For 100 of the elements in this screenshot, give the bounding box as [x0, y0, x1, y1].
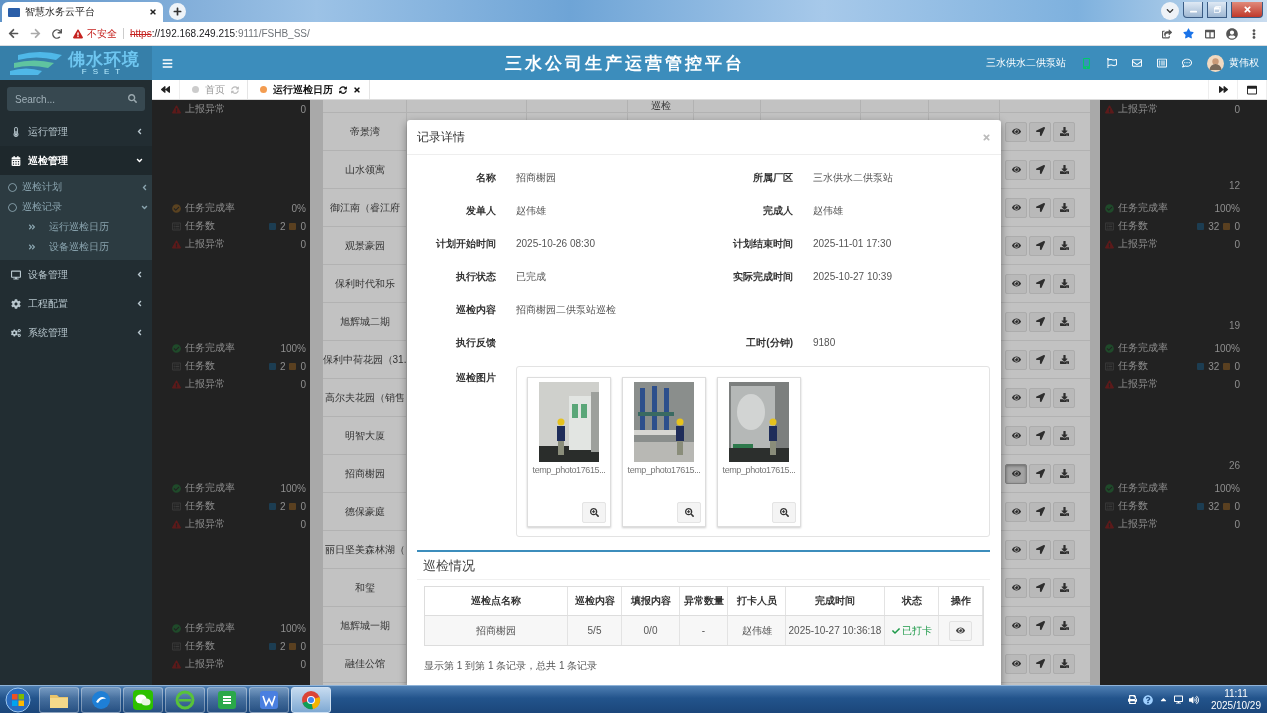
minimize-button[interactable]: [1183, 2, 1203, 18]
help-icon[interactable]: [1142, 694, 1153, 705]
url-text[interactable]: https://192.168.249.215:9111/FSHB_SS/: [123, 28, 310, 39]
clock[interactable]: 11:11 2025/10/29: [1204, 688, 1261, 711]
view-button[interactable]: [1005, 501, 1027, 522]
download-button[interactable]: [1053, 501, 1075, 522]
sidebar-item[interactable]: 设备管理: [0, 260, 152, 289]
download-icon: [1059, 621, 1069, 630]
view-button[interactable]: [1005, 577, 1027, 598]
star-icon[interactable]: [1183, 28, 1194, 39]
close-button[interactable]: [1231, 2, 1263, 18]
view-button[interactable]: [1005, 539, 1027, 560]
download-button[interactable]: [1053, 159, 1075, 180]
download-button[interactable]: [1053, 235, 1075, 256]
download-button[interactable]: [1053, 349, 1075, 370]
table-cell: 御江南（睿江府: [329, 200, 400, 215]
close-icon[interactable]: [353, 85, 361, 94]
download-icon: [1059, 393, 1069, 402]
sidebar-item[interactable]: 运行管理: [0, 117, 152, 146]
table-cell: -: [680, 616, 728, 645]
view-button[interactable]: [1005, 273, 1027, 294]
download-button[interactable]: [1053, 197, 1075, 218]
zoom-button[interactable]: [772, 502, 796, 523]
table-cell: 5/5: [568, 616, 622, 645]
locate-button[interactable]: [1029, 463, 1051, 484]
station-link[interactable]: 三水供水二供泵站: [986, 56, 1066, 70]
locate-button[interactable]: [1029, 539, 1051, 560]
new-tab-button[interactable]: [169, 3, 186, 20]
view-button[interactable]: [1005, 615, 1027, 636]
locate-button[interactable]: [1029, 387, 1051, 408]
locate-button[interactable]: [1029, 425, 1051, 446]
page-tab[interactable]: 运行巡检日历: [248, 80, 370, 99]
flag-button[interactable]: [1107, 58, 1117, 68]
view-button[interactable]: [1005, 653, 1027, 674]
view-button[interactable]: [1005, 235, 1027, 256]
caret-icon[interactable]: [1158, 695, 1168, 704]
security-chip[interactable]: 不安全: [73, 26, 117, 41]
start-button[interactable]: [3, 686, 33, 713]
close-icon[interactable]: [149, 8, 157, 16]
download-button[interactable]: [1053, 425, 1075, 446]
zoom-button[interactable]: [677, 502, 701, 523]
view-button[interactable]: [1005, 159, 1027, 180]
submenu-item[interactable]: 设备巡检日历: [0, 237, 152, 257]
search-field[interactable]: Search...: [7, 87, 145, 111]
side-panel-icon[interactable]: [1205, 28, 1215, 39]
download-button[interactable]: [1053, 311, 1075, 332]
user-menu[interactable]: 黄伟权: [1207, 54, 1259, 72]
download-button[interactable]: [1053, 577, 1075, 598]
browser-tab[interactable]: 智慧水务云平台: [2, 2, 163, 22]
locate-button[interactable]: [1029, 197, 1051, 218]
download-button[interactable]: [1053, 615, 1075, 636]
chat-button[interactable]: [1182, 58, 1192, 68]
profile-icon[interactable]: [1226, 27, 1238, 40]
view-button[interactable]: [1005, 425, 1027, 446]
locate-button[interactable]: [1029, 121, 1051, 142]
restore-button[interactable]: [1207, 2, 1227, 18]
reload-icon[interactable]: [52, 28, 62, 39]
view-button[interactable]: [1005, 311, 1027, 332]
locate-button[interactable]: [1029, 273, 1051, 294]
volume-icon[interactable]: [1188, 694, 1199, 705]
back-icon[interactable]: [8, 28, 19, 39]
zoom-button[interactable]: [582, 502, 606, 523]
tab-search-button[interactable]: [1161, 2, 1179, 20]
submenu-item[interactable]: 巡检记录: [0, 197, 152, 217]
locate-button[interactable]: [1029, 653, 1051, 674]
submenu-item[interactable]: 运行巡检日历: [0, 217, 152, 237]
locate-button[interactable]: [1029, 577, 1051, 598]
download-button[interactable]: [1053, 121, 1075, 142]
menu-button[interactable]: [162, 57, 173, 69]
printer-icon[interactable]: [1127, 695, 1137, 704]
mail-button[interactable]: [1132, 58, 1142, 68]
download-button[interactable]: [1053, 539, 1075, 560]
locate-button[interactable]: [1029, 501, 1051, 522]
sidebar-item[interactable]: 系统管理: [0, 318, 152, 347]
list-button[interactable]: [1157, 58, 1167, 68]
view-button[interactable]: [1005, 121, 1027, 142]
download-button[interactable]: [1053, 653, 1075, 674]
pending-icon: [289, 502, 297, 510]
eye-icon: [1011, 127, 1021, 136]
view-button[interactable]: [1005, 387, 1027, 408]
refresh-icon[interactable]: [339, 85, 347, 94]
submenu-item[interactable]: 巡检计划: [0, 177, 152, 197]
view-button[interactable]: [1005, 197, 1027, 218]
sidebar-item[interactable]: 巡检管理: [0, 146, 152, 175]
locate-button[interactable]: [1029, 349, 1051, 370]
locate-button[interactable]: [1029, 159, 1051, 180]
scroll-right-button[interactable]: [1208, 80, 1238, 99]
share-icon[interactable]: [1162, 28, 1172, 39]
download-button[interactable]: [1053, 463, 1075, 484]
download-button[interactable]: [1053, 387, 1075, 408]
view-button[interactable]: [1005, 349, 1027, 370]
locate-button[interactable]: [1029, 615, 1051, 636]
table-cell: 招商榭园: [425, 616, 568, 645]
arrow-icon: [1035, 507, 1045, 516]
sidebar-item[interactable]: 工程配置: [0, 289, 152, 318]
locate-button[interactable]: [1029, 235, 1051, 256]
locate-button[interactable]: [1029, 311, 1051, 332]
download-button[interactable]: [1053, 273, 1075, 294]
day-number: 19: [1228, 320, 1240, 331]
view-button[interactable]: [1005, 463, 1027, 484]
